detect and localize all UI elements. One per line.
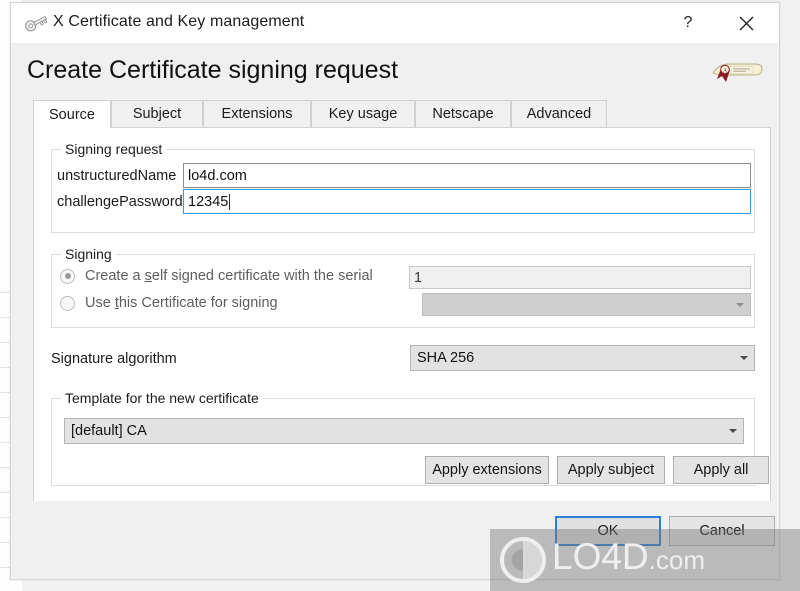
chevron-down-icon (729, 429, 737, 433)
help-button[interactable]: ? (665, 3, 711, 43)
tab-label: Advanced (526, 106, 592, 122)
screen: X Certificate and Key management ? Creat… (0, 0, 800, 591)
tab-key-usage[interactable]: Key usage (311, 100, 415, 127)
tab-label: Netscape (432, 106, 494, 122)
tab-bar: Source Subject Extensions Key usage Nets… (33, 100, 607, 128)
signing-group-title: Signing (61, 246, 116, 262)
self-signed-radio-row[interactable]: Create a self signed certificate with th… (60, 268, 373, 284)
page-title: Create Certificate signing request (27, 56, 399, 84)
unstructured-name-value: lo4d.com (188, 167, 247, 184)
serial-number-value: 1 (414, 269, 423, 286)
challenge-password-label: challengePassword (57, 194, 183, 210)
tab-source[interactable]: Source (33, 100, 111, 128)
signature-algorithm-value: SHA 256 (417, 350, 475, 366)
apply-all-label: Apply all (693, 462, 749, 478)
close-button[interactable] (723, 3, 769, 43)
unstructured-name-label: unstructuredName (57, 168, 177, 184)
dialog-window: X Certificate and Key management ? Creat… (10, 2, 780, 580)
signing-request-group: Signing request unstructuredName lo4d.co… (51, 141, 755, 233)
tab-subject[interactable]: Subject (111, 100, 203, 127)
cancel-button[interactable]: Cancel (669, 516, 775, 546)
unstructured-name-input[interactable]: lo4d.com (183, 163, 751, 188)
signing-request-group-title: Signing request (61, 141, 167, 157)
use-certificate-radio[interactable] (60, 295, 75, 311)
tab-label: Extensions (221, 106, 293, 122)
apply-all-button[interactable]: Apply all (673, 456, 769, 484)
signature-algorithm-combo[interactable]: SHA 256 (410, 345, 755, 371)
tab-label: Source (49, 106, 95, 123)
serial-number-input[interactable]: 1 (409, 266, 751, 289)
svg-text:A: A (723, 68, 728, 74)
apply-extensions-label: Apply extensions (432, 462, 542, 478)
self-signed-radio[interactable] (60, 268, 75, 284)
apply-subject-button[interactable]: Apply subject (557, 456, 665, 484)
tab-label: Subject (132, 106, 182, 122)
use-certificate-radio-row[interactable]: Use this Certificate for signing (60, 295, 278, 311)
certificate-scroll-icon: A (705, 53, 765, 89)
challenge-password-value: 12345 (188, 193, 229, 210)
signing-group: Signing Create a self signed certificate… (51, 246, 755, 328)
tab-advanced[interactable]: Advanced (511, 100, 607, 127)
tab-panel-source: Signing request unstructuredName lo4d.co… (33, 127, 771, 502)
signing-certificate-combo[interactable] (422, 293, 751, 316)
template-value: [default] CA (71, 423, 147, 439)
self-signed-label: Create a self signed certificate with th… (85, 268, 373, 284)
template-group-title: Template for the new certificate (61, 390, 263, 406)
ok-button[interactable]: OK (555, 516, 661, 546)
template-combo[interactable]: [default] CA (64, 418, 744, 444)
chevron-down-icon (740, 356, 748, 360)
cancel-label: Cancel (699, 523, 745, 539)
dialog-body: Create Certificate signing request A Sou… (11, 43, 779, 579)
signature-algorithm-label: Signature algorithm (51, 351, 177, 367)
dialog-footer: OK Cancel (11, 501, 779, 579)
apply-extensions-button[interactable]: Apply extensions (425, 456, 549, 484)
key-icon (23, 13, 49, 33)
apply-subject-label: Apply subject (567, 462, 655, 478)
tab-extensions[interactable]: Extensions (203, 100, 311, 127)
title-bar: X Certificate and Key management ? (11, 3, 779, 44)
tab-label: Key usage (328, 106, 398, 122)
tab-netscape[interactable]: Netscape (415, 100, 511, 127)
ok-label: OK (597, 523, 619, 539)
text-caret (229, 193, 231, 210)
challenge-password-input[interactable]: 12345 (183, 189, 751, 214)
chevron-down-icon (736, 302, 744, 307)
window-title: X Certificate and Key management (53, 13, 305, 30)
use-certificate-label: Use this Certificate for signing (85, 295, 278, 311)
template-group: Template for the new certificate [defaul… (51, 390, 769, 486)
